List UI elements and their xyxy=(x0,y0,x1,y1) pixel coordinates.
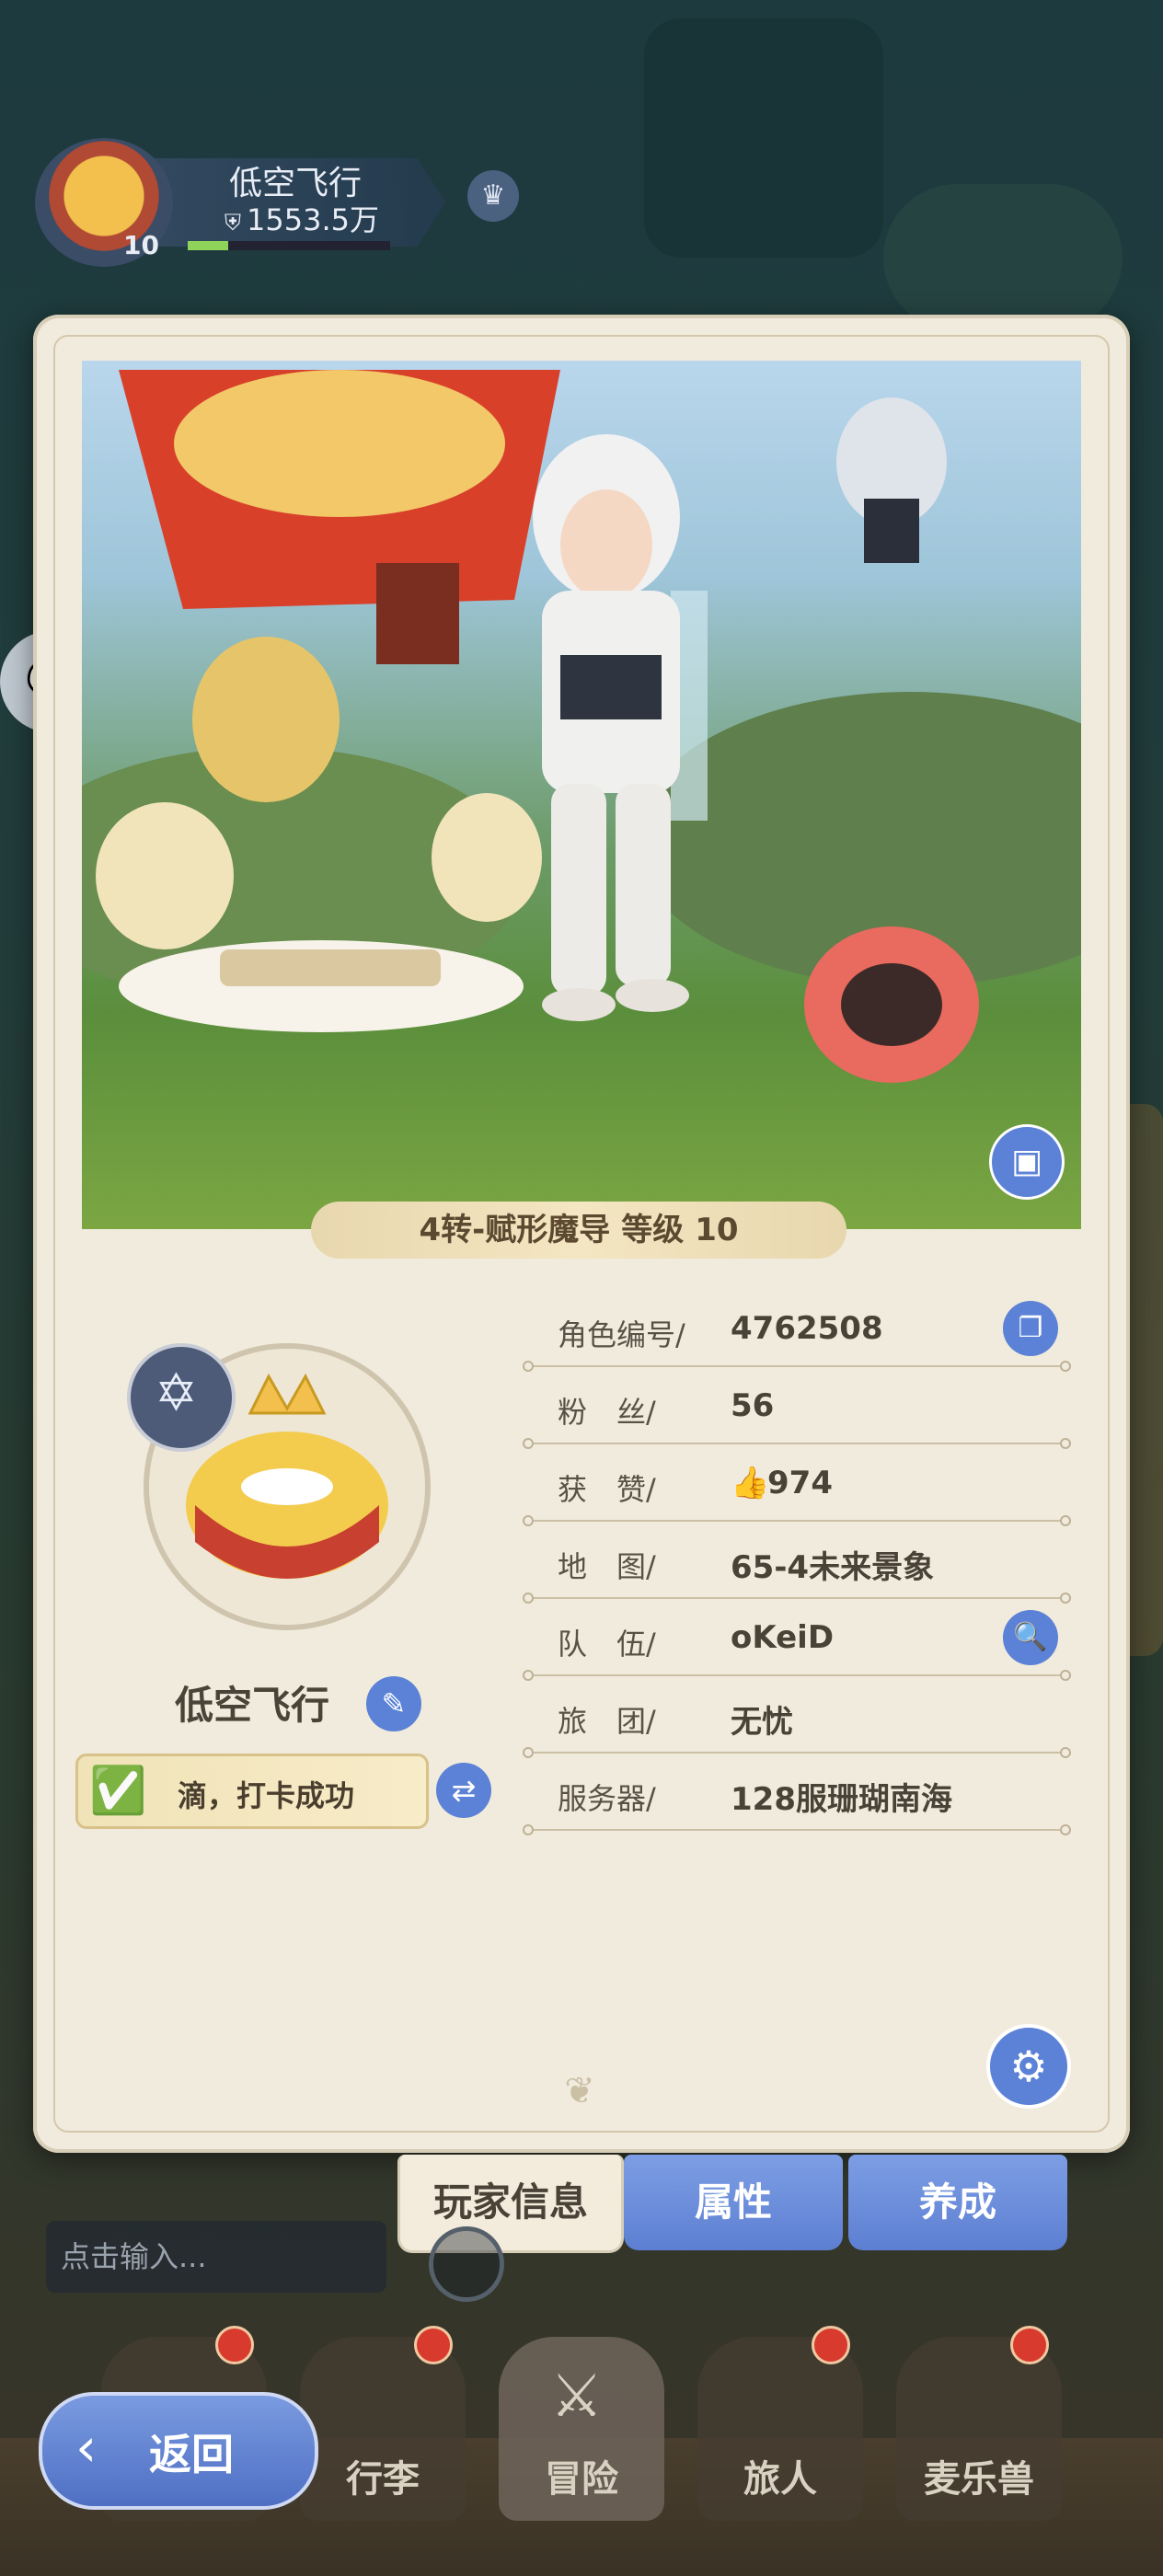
album-button[interactable]: ▣ xyxy=(989,1124,1065,1200)
info-value: 4762508 xyxy=(731,1310,883,1347)
search-team-button[interactable]: 🔍 xyxy=(1003,1610,1058,1665)
hud-exp-fill xyxy=(188,241,228,250)
tab-attributes[interactable]: 属性 xyxy=(624,2155,843,2250)
info-value: 128服珊瑚南海 xyxy=(731,1781,952,1818)
thumbs-up-icon: 👍 xyxy=(731,1465,770,1501)
album-icon: ▣ xyxy=(1010,1143,1042,1180)
info-label: 角色编号/ xyxy=(558,1317,685,1352)
info-label: 地 图/ xyxy=(558,1549,656,1584)
info-value: 56 xyxy=(731,1387,775,1424)
nav-label: 麦乐兽 xyxy=(924,2458,1034,2501)
hud-crown-button[interactable]: ♛ xyxy=(467,170,519,222)
hud-power: ⛨ 1553.5万 xyxy=(225,197,379,239)
info-value-likes: 👍974 xyxy=(731,1465,833,1501)
row-divider xyxy=(523,1670,1071,1681)
calendar-check-icon: ✅ xyxy=(89,1764,147,1817)
badge-dot xyxy=(215,2326,254,2364)
row-divider xyxy=(523,1593,1071,1604)
checkin-text: 滴，打卡成功 xyxy=(178,1778,355,1813)
swap-icon: ⇄ xyxy=(451,1773,477,1808)
info-row-guild: 旅 团/ 无忧 xyxy=(523,1682,1075,1758)
info-row-role-id: 角色编号/ 4762508 ❐ xyxy=(523,1295,1075,1372)
chat-input[interactable]: 点击输入... xyxy=(46,2221,386,2293)
hud-exp-bar xyxy=(188,241,390,250)
level-value: 10 xyxy=(695,1212,739,1248)
info-label: 粉 丝/ xyxy=(558,1395,656,1430)
likes-count: 974 xyxy=(767,1465,833,1501)
row-divider xyxy=(523,1515,1071,1526)
row-divider xyxy=(523,1824,1071,1835)
info-row-server: 服务器/ 128服珊瑚南海 xyxy=(523,1759,1075,1835)
badge-dot xyxy=(812,2326,850,2364)
nav-adventure[interactable]: ⚔ 冒险 xyxy=(499,2337,664,2521)
info-label: 旅 团/ xyxy=(558,1704,656,1739)
swap-button[interactable]: ⇄ xyxy=(436,1763,491,1818)
player-hud[interactable]: 低空飞行 ⛨ 1553.5万 10 xyxy=(13,138,445,267)
info-row-team: 队 伍/ oKeiD 🔍 xyxy=(523,1604,1075,1681)
class-level-caption: 4转-赋形魔导 等级 10 xyxy=(311,1202,846,1259)
nav-label: 旅人 xyxy=(743,2458,817,2501)
character-showcase: ▣ xyxy=(82,361,1081,1229)
checkin-status: ✅ 滴，打卡成功 xyxy=(75,1754,429,1829)
class-name: 4转-赋形魔导 xyxy=(419,1212,611,1248)
nav-pets[interactable]: 麦乐兽 xyxy=(896,2326,1062,2521)
nav-travelers[interactable]: 旅人 xyxy=(697,2326,863,2521)
panel-ornament: ❦ xyxy=(564,2070,595,2112)
settings-button[interactable]: ⚙ xyxy=(986,2024,1071,2109)
pencil-icon: ✎ xyxy=(381,1686,407,1721)
hud-level: 10 xyxy=(123,230,159,260)
rank-badge-icon: ✡ xyxy=(127,1343,236,1452)
info-value: 无忧 xyxy=(731,1704,793,1741)
info-label: 获 赞/ xyxy=(558,1472,656,1507)
showcase-art xyxy=(82,370,1081,1083)
badge-dot xyxy=(1010,2326,1049,2364)
row-divider xyxy=(523,1361,1071,1372)
back-label: 返回 xyxy=(149,2430,234,2479)
hud-power-value: 1553.5万 xyxy=(247,202,379,237)
level-label: 等级 xyxy=(621,1212,685,1248)
info-row-likes: 获 赞/ 👍974 xyxy=(523,1450,1075,1526)
crossed-swords-icon: ⚔ xyxy=(550,2363,604,2431)
info-value: oKeiD xyxy=(731,1619,835,1656)
info-label: 服务器/ xyxy=(558,1781,656,1816)
voice-button[interactable] xyxy=(429,2226,504,2302)
gear-icon: ⚙ xyxy=(1009,2041,1048,2091)
info-value: 65-4未来景象 xyxy=(731,1549,935,1586)
info-row-map: 地 图/ 65-4未来景象 xyxy=(523,1527,1075,1604)
search-icon: 🔍 xyxy=(1013,1621,1048,1653)
copy-button[interactable]: ❐ xyxy=(1003,1301,1058,1356)
nav-label: 行李 xyxy=(346,2458,420,2501)
back-arrow-icon: ‹ xyxy=(75,2416,98,2478)
nav-luggage[interactable]: 行李 xyxy=(300,2326,466,2521)
info-label: 队 伍/ xyxy=(558,1627,656,1662)
shield-icon: ⛨ xyxy=(225,210,241,236)
edit-name-button[interactable]: ✎ xyxy=(366,1676,421,1731)
profile-name: 低空飞行 xyxy=(175,1683,330,1728)
info-row-fans: 粉 丝/ 56 xyxy=(523,1373,1075,1449)
tab-growth[interactable]: 养成 xyxy=(848,2155,1067,2250)
row-divider xyxy=(523,1747,1071,1758)
tab-player-info[interactable]: 玩家信息 xyxy=(397,2155,624,2253)
badge-dot xyxy=(414,2326,453,2364)
nav-label: 冒险 xyxy=(545,2458,618,2501)
row-divider xyxy=(523,1438,1071,1449)
back-button[interactable]: ‹ 返回 xyxy=(39,2392,318,2510)
copy-icon: ❐ xyxy=(1018,1312,1043,1344)
